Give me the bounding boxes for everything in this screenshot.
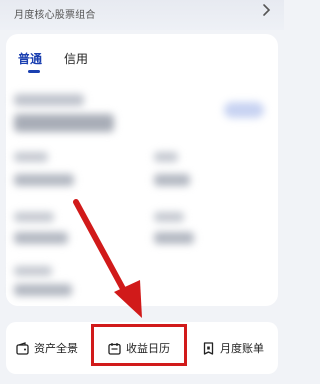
blurred-total-assets bbox=[14, 114, 114, 132]
blurred-value bbox=[154, 174, 190, 186]
blurred-value bbox=[154, 232, 194, 244]
bill-icon bbox=[203, 341, 214, 355]
highlight-box bbox=[91, 324, 187, 366]
asset-overview-button[interactable]: 资产全景 bbox=[16, 322, 78, 374]
portfolio-banner[interactable]: 月度核心股票组合 bbox=[0, 0, 284, 30]
blurred-label bbox=[14, 94, 84, 106]
tab-normal[interactable]: 普通 bbox=[18, 50, 42, 67]
wallet-icon bbox=[16, 341, 29, 355]
banner-text: 月度核心股票组合 bbox=[14, 10, 96, 21]
blurred-label bbox=[154, 152, 178, 162]
monthly-bill-button[interactable]: 月度账单 bbox=[202, 322, 264, 374]
blurred-value bbox=[14, 284, 72, 296]
asset-overview-label: 资产全景 bbox=[34, 342, 78, 355]
monthly-bill-label: 月度账单 bbox=[220, 342, 264, 355]
tab-credit[interactable]: 信用 bbox=[64, 50, 88, 67]
blurred-action-button bbox=[224, 102, 264, 118]
blurred-value bbox=[14, 174, 74, 186]
blurred-label bbox=[14, 266, 52, 276]
blurred-label bbox=[14, 152, 48, 162]
blurred-value bbox=[14, 232, 68, 244]
active-tab-indicator bbox=[28, 70, 40, 73]
blurred-label bbox=[154, 212, 184, 222]
blurred-label bbox=[14, 212, 54, 222]
account-card: 普通 信用 bbox=[6, 34, 278, 306]
chevron-right-icon bbox=[263, 4, 271, 16]
